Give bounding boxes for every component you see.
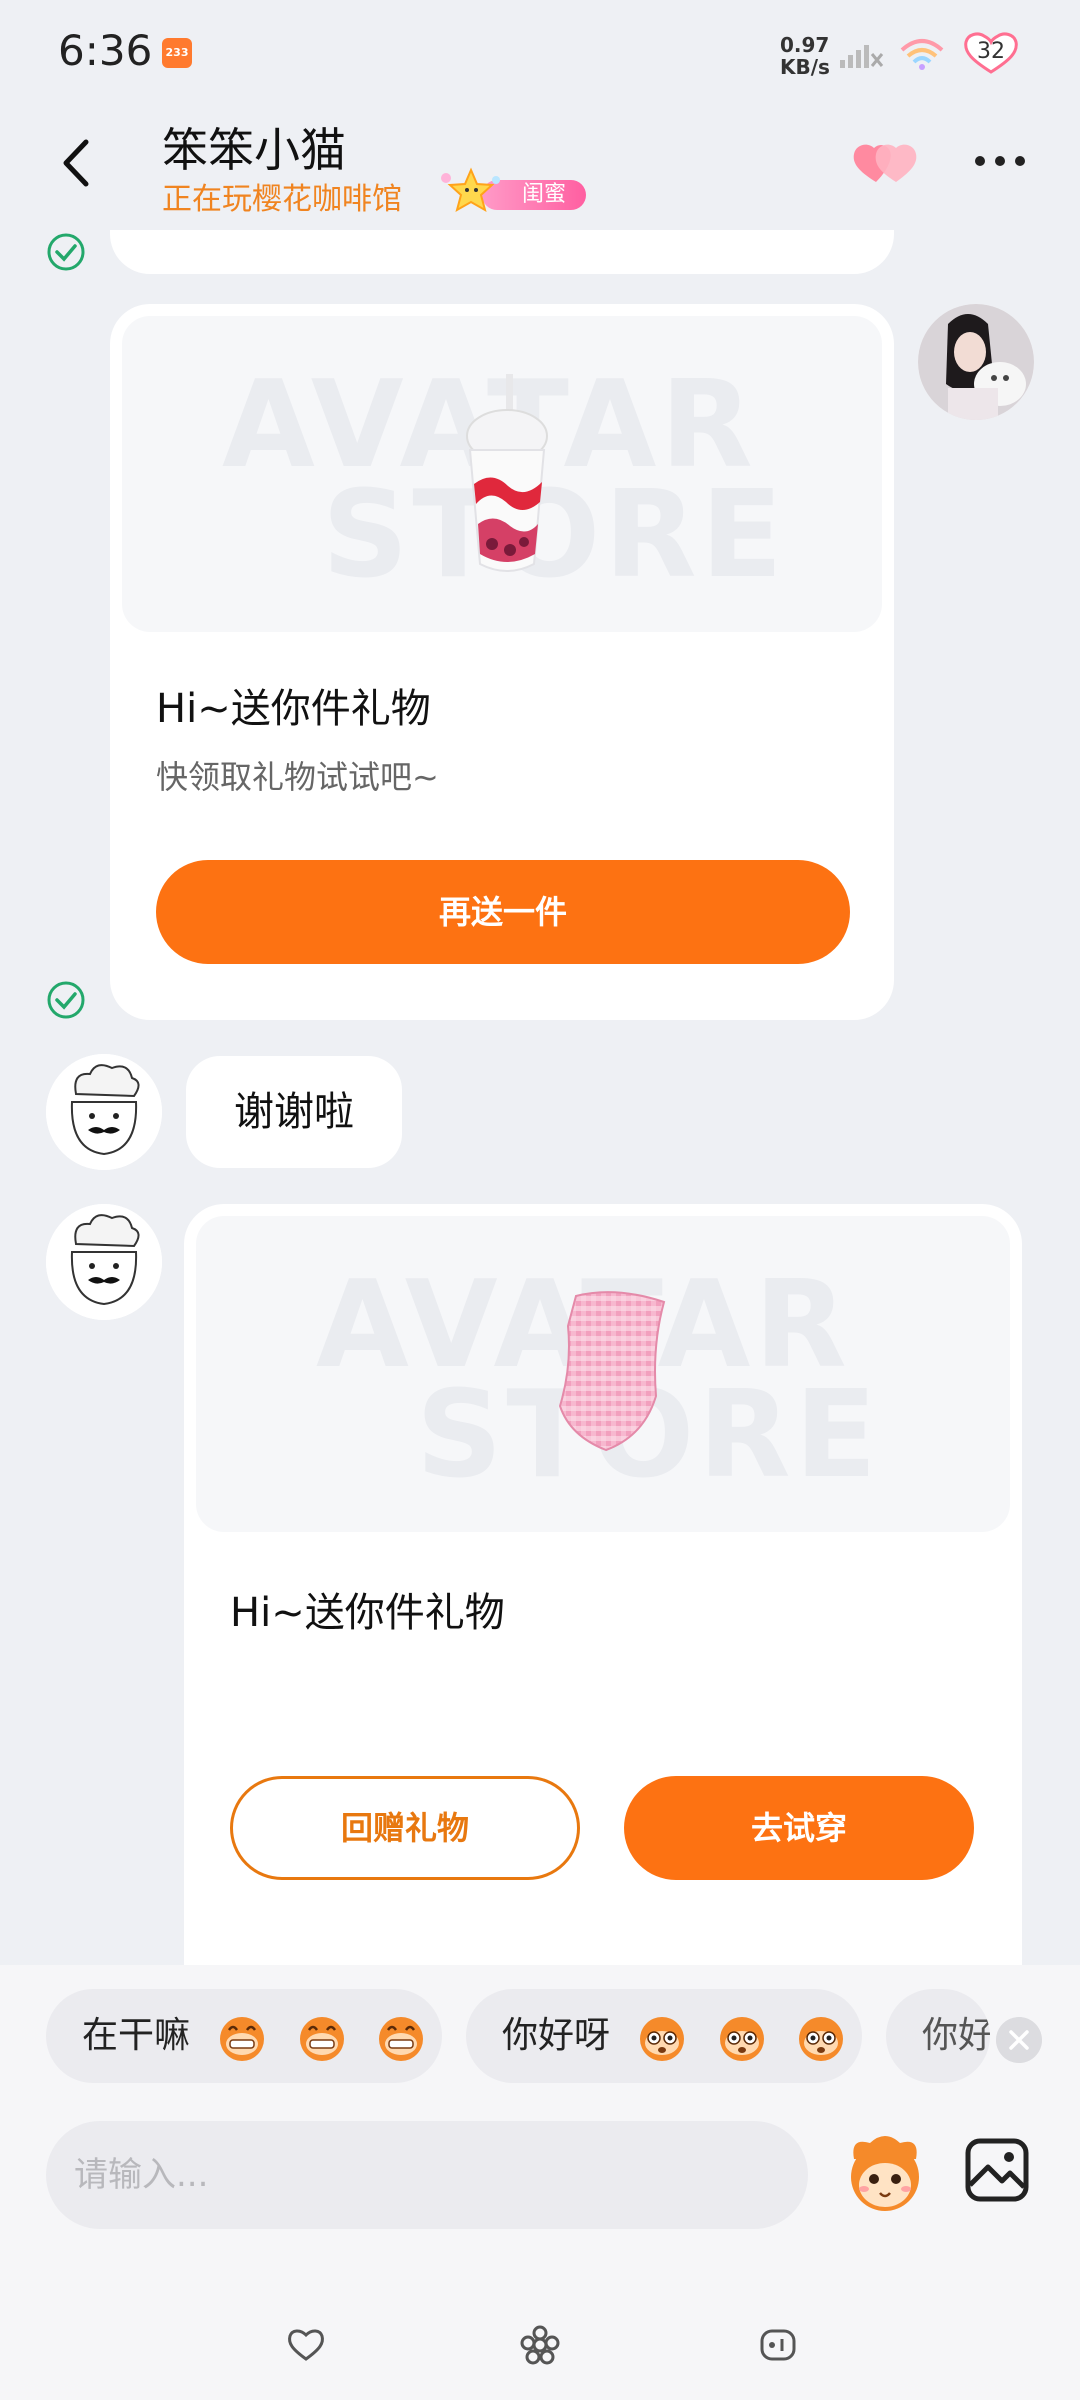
wide-eye-monkey-icon xyxy=(640,2017,685,2061)
gift-card-received[interactable]: AVATAR STORE Hi~送你件礼物 回赠礼物 去试穿 xyxy=(184,1204,1022,1965)
heart-nav-icon[interactable] xyxy=(286,2325,326,2365)
grin-monkey-icon xyxy=(379,2017,424,2061)
signal-icon xyxy=(840,45,884,68)
contact-avatar[interactable] xyxy=(46,1054,162,1170)
grin-monkey-icon xyxy=(299,2017,344,2061)
bubble-tea-cup-image xyxy=(466,374,548,572)
message-list[interactable]: AVATAR STORE Hi~送你件礼物 快领取礼物试试吧~ 再送一件 xyxy=(0,230,1080,1965)
close-quick-replies-icon[interactable] xyxy=(996,2017,1042,2063)
send-another-gift-button[interactable]: 再送一件 xyxy=(156,860,850,964)
sent-check-icon xyxy=(47,233,85,271)
gift-image-area: AVATAR STORE xyxy=(196,1216,1010,1532)
gift-title: Hi~送你件礼物 xyxy=(156,686,431,732)
cat-chef-avatar-image xyxy=(46,1054,162,1170)
star-icon xyxy=(441,167,500,213)
status-bar: 6:36 233 0.97 KB/s 32 xyxy=(0,0,1080,100)
quick-reply-chip[interactable]: 你好 xyxy=(886,1989,990,2083)
relation-badge[interactable]: 闺蜜 xyxy=(436,167,586,213)
quick-reply-text: 你好 xyxy=(922,2015,990,2056)
wifi-icon xyxy=(900,39,944,70)
contact-avatar[interactable] xyxy=(46,1204,162,1320)
return-gift-button[interactable]: 回赠礼物 xyxy=(230,1776,580,1880)
sent-check-icon xyxy=(47,981,85,1019)
contact-activity: 正在玩樱花咖啡馆 xyxy=(162,182,402,217)
composer-panel: 在干嘛 你好呀 你好 请输入... xyxy=(0,1965,1080,2400)
network-speed-unit: KB/s xyxy=(780,55,830,79)
chat-header: 笨笨小猫 正在玩樱花咖啡馆 闺蜜 xyxy=(0,100,1080,230)
grin-monkey-icon xyxy=(220,2017,265,2061)
intimacy-heart-icon[interactable] xyxy=(850,138,924,188)
emoji-mascot-icon[interactable] xyxy=(840,2129,930,2219)
quick-reply-chip[interactable]: 你好呀 xyxy=(466,1989,862,2083)
quick-reply-text: 在干嘛 xyxy=(82,2015,191,2056)
back-arrow-icon[interactable] xyxy=(48,128,108,198)
more-options-icon[interactable] xyxy=(970,146,1030,176)
my-avatar-image xyxy=(918,304,1034,420)
network-speed: 0.97 KB/s xyxy=(780,34,830,78)
gift-subtitle: 快领取礼物试试吧~ xyxy=(156,758,439,796)
gift-card-sent[interactable]: AVATAR STORE Hi~送你件礼物 快领取礼物试试吧~ 再送一件 xyxy=(110,304,894,1020)
gift-image-area: AVATAR STORE xyxy=(122,316,882,632)
app-notification-icon: 233 xyxy=(162,38,192,68)
image-picker-icon[interactable] xyxy=(962,2135,1032,2205)
cat-chef-avatar-image xyxy=(46,1204,162,1320)
status-time: 6:36 xyxy=(58,26,153,75)
battery-level: 32 xyxy=(977,39,1005,64)
pink-scarf-image xyxy=(558,1291,666,1452)
quick-reply-text: 你好呀 xyxy=(502,2015,611,2056)
gift-title: Hi~送你件礼物 xyxy=(230,1590,505,1636)
flower-nav-icon[interactable] xyxy=(520,2325,560,2365)
previous-message-bubble xyxy=(110,230,894,274)
contact-name[interactable]: 笨笨小猫 xyxy=(162,114,346,180)
quick-reply-chip[interactable]: 在干嘛 xyxy=(46,1989,442,2083)
message-input[interactable]: 请输入... xyxy=(46,2121,808,2229)
try-on-button[interactable]: 去试穿 xyxy=(624,1776,974,1880)
wide-eye-monkey-icon xyxy=(719,2017,764,2061)
network-speed-value: 0.97 xyxy=(780,33,830,57)
gamepad-nav-icon[interactable] xyxy=(758,2325,798,2365)
received-text-bubble[interactable]: 谢谢啦 xyxy=(186,1056,402,1168)
my-avatar[interactable] xyxy=(918,304,1034,420)
wide-eye-monkey-icon xyxy=(799,2017,844,2061)
